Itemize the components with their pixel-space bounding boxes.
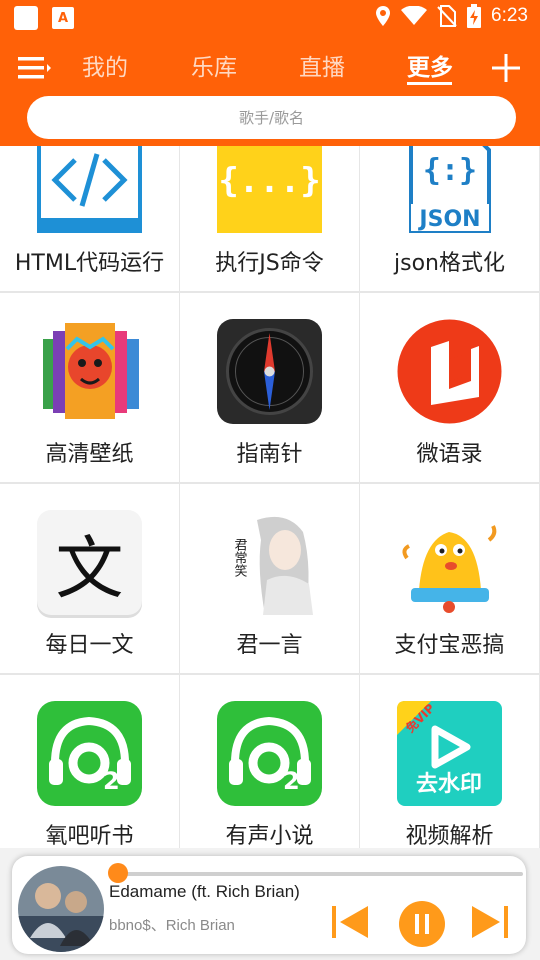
headphones-o2-icon: 2 <box>217 701 322 806</box>
pause-icon[interactable] <box>398 900 446 948</box>
search-input[interactable]: 歌手/歌名 <box>27 96 516 139</box>
app-label: 有声小说 <box>225 824 314 848</box>
json-file-icon: {:} JSON <box>409 146 491 233</box>
app-notification-icon: A <box>52 7 74 29</box>
previous-icon[interactable] <box>330 902 370 942</box>
album-art[interactable] <box>18 866 104 952</box>
app-label: 视频解析 <box>405 824 494 848</box>
battery-charging-icon <box>467 4 482 28</box>
app-tile[interactable]: 君常笑 君一言 <box>180 484 359 673</box>
app-tile[interactable]: 指南针 <box>180 293 359 482</box>
svg-text:君常笑: 君常笑 <box>232 538 248 577</box>
wifi-icon <box>401 6 428 25</box>
app-label: HTML代码运行 <box>14 251 165 276</box>
app-label: 君一言 <box>236 633 303 658</box>
tab-library[interactable]: 乐库 <box>191 48 237 82</box>
app-grid: HTML代码运行 {...} 执行JS命令 {:} JSON json格式化 高… <box>0 146 540 848</box>
junxiao-portrait-icon: 君常笑 <box>217 510 322 615</box>
active-tab-indicator <box>407 82 452 85</box>
watermark-remove-icon: 免VIP 去水印 <box>397 701 502 806</box>
app-tile[interactable]: 高清壁纸 <box>0 293 179 482</box>
app-tile[interactable]: 文 每日一文 <box>0 484 179 673</box>
no-sim-icon <box>437 5 457 27</box>
notification-square-icon <box>14 6 38 30</box>
tab-mine[interactable]: 我的 <box>82 48 128 82</box>
app-label: 高清壁纸 <box>45 442 134 467</box>
app-label: 微语录 <box>416 442 483 467</box>
menu-icon[interactable] <box>18 54 52 82</box>
progress-track[interactable] <box>123 872 523 876</box>
svg-text:{:}: {:} <box>423 153 477 188</box>
app-header: A 6:23 我的 乐库 直播 更多 歌手/歌名 <box>0 0 540 146</box>
next-icon[interactable] <box>470 902 510 942</box>
svg-text:2: 2 <box>103 767 120 795</box>
app-tile[interactable]: HTML代码运行 <box>0 146 179 291</box>
app-tile[interactable]: 免VIP 去水印 视频解析 <box>360 675 539 848</box>
app-label: 指南针 <box>236 442 303 467</box>
app-tile[interactable]: 2 有声小说 <box>180 675 359 848</box>
tab-more[interactable]: 更多 <box>407 48 453 82</box>
app-label: 支付宝恶搞 <box>394 633 505 658</box>
app-label: 氧吧听书 <box>45 824 134 848</box>
status-bar: A 6:23 <box>0 0 540 36</box>
wen-character-icon: 文 <box>37 510 142 615</box>
tab-live[interactable]: 直播 <box>299 48 345 82</box>
app-label: 每日一文 <box>45 633 134 658</box>
svg-text:去水印: 去水印 <box>416 772 482 797</box>
top-nav: 我的 乐库 直播 更多 <box>0 40 540 92</box>
progress-knob[interactable] <box>108 863 128 883</box>
app-tile[interactable]: {:} JSON json格式化 <box>360 146 539 291</box>
app-label: json格式化 <box>394 251 505 276</box>
app-tile[interactable]: 支付宝恶搞 <box>360 484 539 673</box>
search-placeholder: 歌手/歌名 <box>238 109 305 127</box>
clock: 6:23 <box>491 5 528 26</box>
app-tile[interactable]: {...} 执行JS命令 <box>180 146 359 291</box>
html-code-icon <box>37 146 142 233</box>
location-icon <box>376 6 391 26</box>
quotes-icon <box>397 319 502 424</box>
song-artist: bbno$、Rich Brian <box>109 917 235 934</box>
app-tile[interactable]: 2 氧吧听书 <box>0 675 179 848</box>
svg-text:2: 2 <box>283 767 300 795</box>
js-braces-icon: {...} <box>217 146 322 233</box>
app-label: 执行JS命令 <box>215 251 324 276</box>
svg-text:JSON: JSON <box>417 207 480 232</box>
add-icon[interactable] <box>490 52 522 84</box>
app-tile[interactable]: 微语录 <box>360 293 539 482</box>
headphones-o2-icon: 2 <box>37 701 142 806</box>
wallpaper-icon <box>43 323 139 419</box>
mini-player[interactable]: Edamame (ft. Rich Brian) bbno$、Rich Bria… <box>12 856 526 954</box>
bell-cartoon-icon <box>402 525 497 613</box>
song-title: Edamame (ft. Rich Brian) <box>109 882 300 901</box>
compass-icon <box>217 319 322 424</box>
